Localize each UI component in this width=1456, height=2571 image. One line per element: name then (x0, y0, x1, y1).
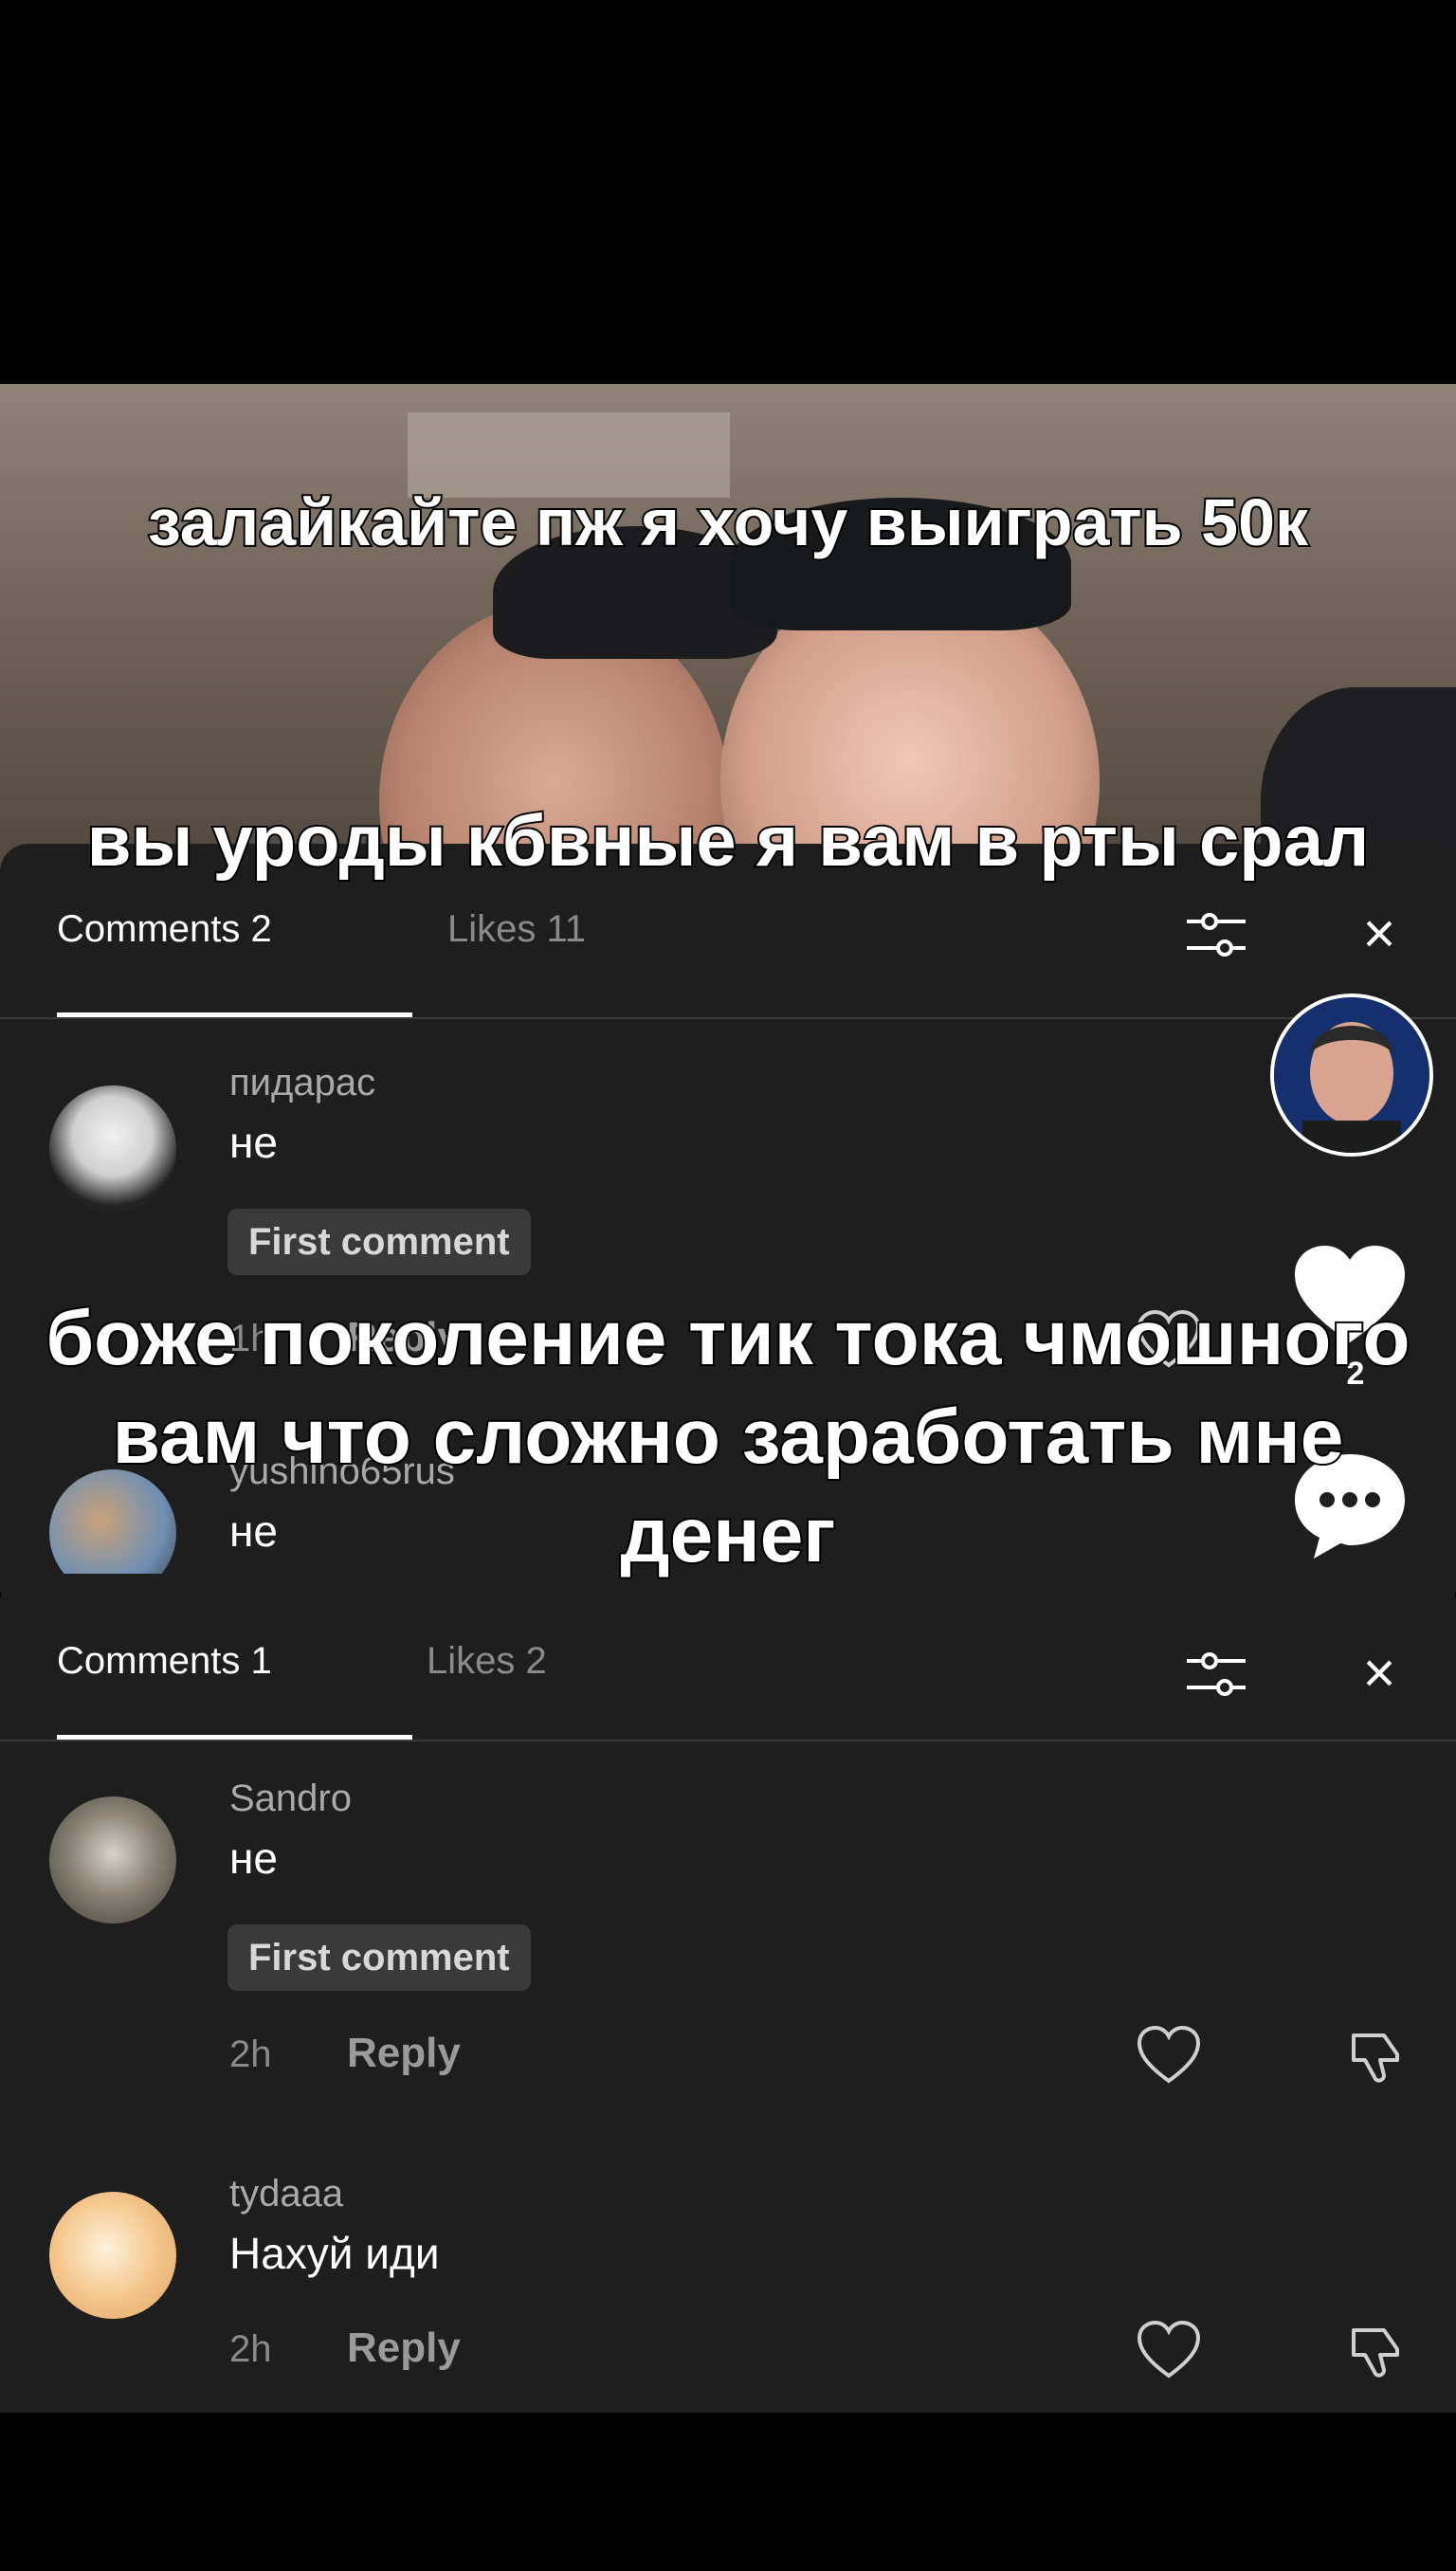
first-comment-badge: First comment (228, 1209, 531, 1275)
comments-sheet-2: Comments 1 Likes 2 × Sandro не First com… (0, 1574, 1456, 2413)
close-icon[interactable]: × (1346, 1640, 1412, 1706)
heart-icon[interactable] (1136, 2321, 1202, 2381)
comment-time: 2h (229, 2033, 272, 2075)
sheet-header: Comments 1 Likes 2 × (0, 1574, 1456, 1744)
comment-text: Нахуй иди (229, 2229, 440, 2278)
bottom-bar (0, 2413, 1456, 2571)
reply-button[interactable]: Reply (347, 2325, 461, 2372)
filter-icon[interactable] (1183, 1648, 1249, 1701)
tab-likes[interactable]: Likes 11 (447, 908, 586, 951)
heart-icon[interactable] (1136, 2026, 1202, 2087)
overlay-text-2: боже поколение тик тока чмошного вам что… (44, 1293, 1411, 1580)
first-comment-badge: First comment (228, 1924, 531, 1991)
divider (0, 1740, 1456, 1741)
dislike-icon[interactable] (1344, 2321, 1407, 2383)
comment-username[interactable]: tydaaa (229, 2173, 343, 2215)
comment-text: не (229, 1833, 278, 1883)
comment-text: не (229, 1118, 278, 1167)
tab-likes[interactable]: Likes 2 (427, 1640, 547, 1683)
tab-comments[interactable]: Comments 1 (57, 1640, 272, 1683)
avatar[interactable] (49, 1796, 176, 1924)
comment-username[interactable]: пидарас (229, 1062, 375, 1104)
reply-button[interactable]: Reply (347, 2030, 461, 2077)
avatar[interactable] (49, 2192, 176, 2319)
creator-avatar[interactable] (1270, 994, 1433, 1157)
creator-avatar-image (1274, 997, 1429, 1153)
avatar[interactable] (49, 1085, 176, 1213)
comment-time: 2h (229, 2328, 272, 2370)
video-caption: залайкайте пж я хочу выиграть 50к (146, 483, 1310, 561)
tab-comments[interactable]: Comments 2 (57, 908, 272, 951)
divider (0, 1017, 1456, 1019)
filter-icon[interactable] (1183, 908, 1249, 961)
comment-username[interactable]: Sandro (229, 1778, 352, 1820)
overlay-text-1: вы уроды кбвные я вам в рты срал (85, 799, 1372, 884)
close-icon[interactable]: × (1346, 901, 1412, 967)
dislike-icon[interactable] (1344, 2026, 1407, 2088)
